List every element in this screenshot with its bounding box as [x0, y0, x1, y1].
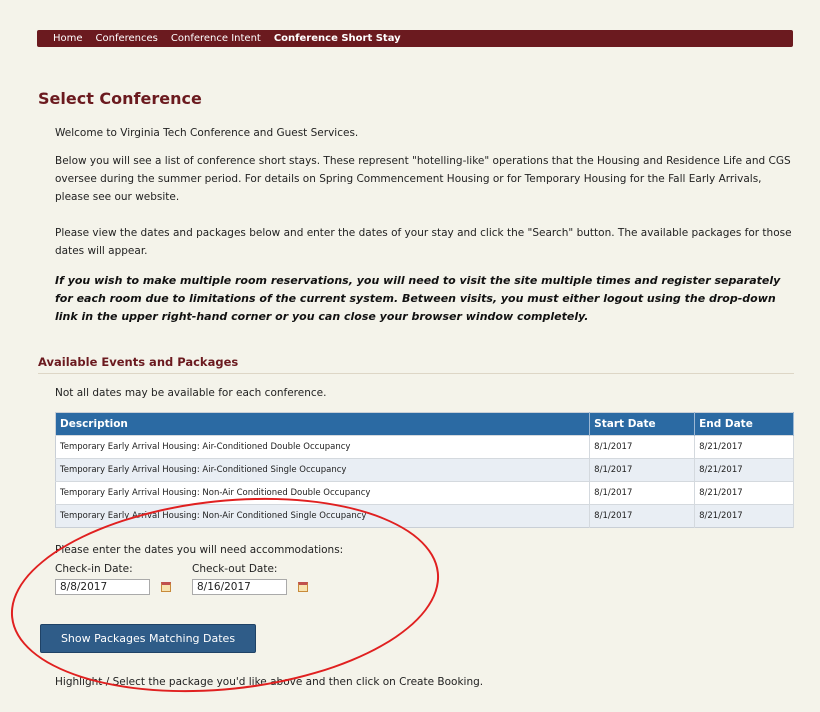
calendar-icon[interactable]	[298, 582, 308, 592]
cell-start-date: 8/1/2017	[589, 435, 696, 459]
events-table: Description Start Date End Date Temporar…	[55, 412, 794, 528]
cell-start-date: 8/1/2017	[589, 504, 696, 528]
section-title-events: Available Events and Packages	[38, 355, 794, 374]
table-row[interactable]: Temporary Early Arrival Housing: Non-Air…	[55, 504, 794, 528]
cell-description: Temporary Early Arrival Housing: Non-Air…	[55, 481, 591, 505]
nav-home[interactable]: Home	[53, 33, 83, 44]
footer-instructions: Highlight / Select the package you'd lik…	[55, 676, 484, 688]
column-header-end-date: End Date	[694, 412, 794, 436]
dates-prompt: Please enter the dates you will need acc…	[55, 544, 344, 556]
instructions-text: Please view the dates and packages below…	[55, 227, 792, 257]
cell-end-date: 8/21/2017	[694, 435, 794, 459]
cell-end-date: 8/21/2017	[694, 458, 794, 482]
cell-end-date: 8/21/2017	[694, 481, 794, 505]
table-row[interactable]: Temporary Early Arrival Housing: Air-Con…	[55, 435, 794, 459]
events-note: Not all dates may be available for each …	[55, 387, 327, 399]
intro-text: Below you will see a list of conference …	[55, 155, 791, 203]
cell-description: Temporary Early Arrival Housing: Air-Con…	[55, 435, 591, 459]
cell-end-date: 8/21/2017	[694, 504, 794, 528]
cell-start-date: 8/1/2017	[589, 458, 696, 482]
nav-conferences[interactable]: Conferences	[96, 33, 158, 44]
page-title: Select Conference	[38, 89, 202, 108]
table-row[interactable]: Temporary Early Arrival Housing: Air-Con…	[55, 458, 794, 482]
cell-description: Temporary Early Arrival Housing: Non-Air…	[55, 504, 591, 528]
checkout-date-input[interactable]	[192, 579, 287, 595]
top-nav: Home Conferences Conference Intent Confe…	[37, 30, 793, 47]
show-packages-button[interactable]: Show Packages Matching Dates	[40, 624, 256, 653]
warning-text: If you wish to make multiple room reserv…	[55, 274, 781, 323]
checkout-label: Check-out Date:	[192, 563, 278, 575]
cell-description: Temporary Early Arrival Housing: Air-Con…	[55, 458, 591, 482]
nav-conference-short-stay[interactable]: Conference Short Stay	[274, 33, 401, 44]
checkin-label: Check-in Date:	[55, 563, 133, 575]
column-header-description: Description	[55, 412, 591, 436]
welcome-text: Welcome to Virginia Tech Conference and …	[55, 127, 359, 139]
calendar-icon[interactable]	[161, 582, 171, 592]
nav-conference-intent[interactable]: Conference Intent	[171, 33, 261, 44]
table-row[interactable]: Temporary Early Arrival Housing: Non-Air…	[55, 481, 794, 505]
checkin-date-input[interactable]	[55, 579, 150, 595]
table-header-row: Description Start Date End Date	[55, 412, 794, 436]
cell-start-date: 8/1/2017	[589, 481, 696, 505]
column-header-start-date: Start Date	[589, 412, 696, 436]
